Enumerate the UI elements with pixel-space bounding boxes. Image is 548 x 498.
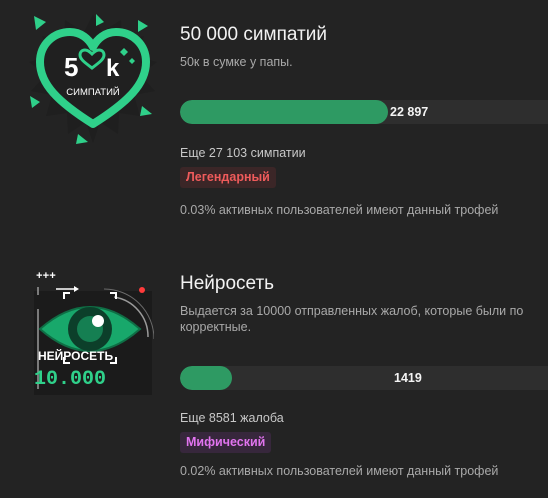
badge-word: НЕЙРОСЕТЬ — [38, 348, 113, 363]
progress-fill — [180, 100, 388, 124]
heart-badge-icon: 5 k СИМПАТИЙ — [29, 14, 157, 144]
owners-percent: 0.03% активных пользователей имеют данны… — [180, 203, 499, 217]
rarity-badge: Мифический — [180, 432, 272, 453]
progress-bar: 1419 — [180, 366, 548, 390]
badge-text-left: 5 — [64, 52, 78, 82]
eye-badge-icon: +++ НЕЙРОСЕТЬ 10.000 — [34, 271, 154, 395]
badge-number: 10.000 — [34, 368, 106, 391]
remaining-text: Еще 27 103 симпатии — [180, 146, 306, 160]
owners-percent: 0.02% активных пользователей имеют данны… — [180, 464, 499, 478]
rarity-badge: Легендарный — [180, 167, 276, 188]
trophy-card: 5 k СИМПАТИЙ 50 000 симпатий 50к в сумке… — [0, 0, 548, 240]
badge-top-marks: +++ — [36, 271, 56, 283]
trophy-title: 50 000 симпатий — [180, 24, 327, 45]
trophy-card: +++ НЕЙРОСЕТЬ 10.000 Нейросеть Выдается … — [0, 255, 548, 498]
trophy-description: 50к в сумке у папы. — [180, 55, 293, 69]
progress-fill — [180, 366, 233, 390]
trophy-description: Выдается за 10000 отправленных жалоб, ко… — [180, 304, 524, 334]
remaining-text: Еще 8581 жалоба — [180, 411, 284, 425]
progress-bar: 22 897 — [180, 100, 548, 124]
badge-text-right: k — [106, 55, 120, 82]
trophy-list: 5 k СИМПАТИЙ 50 000 симпатий 50к в сумке… — [0, 0, 548, 498]
badge-small-text: СИМПАТИЙ — [66, 86, 120, 98]
progress-value: 22 897 — [390, 105, 429, 119]
progress-value: 1419 — [394, 371, 422, 385]
trophy-title: Нейросеть — [180, 273, 275, 294]
